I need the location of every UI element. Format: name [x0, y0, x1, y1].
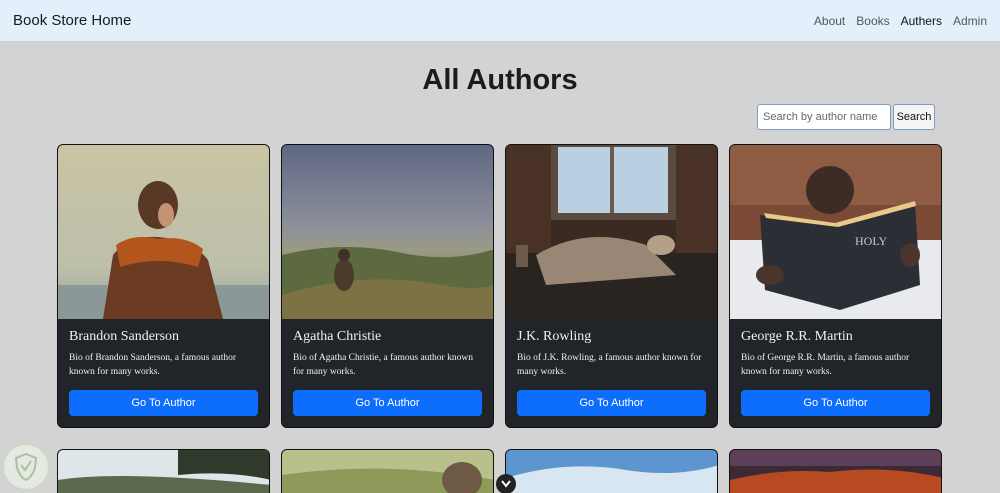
author-name: George R.R. Martin — [741, 329, 853, 344]
author-name: J.K. Rowling — [517, 329, 592, 344]
author-name: Brandon Sanderson — [69, 329, 180, 344]
nav-link-authers[interactable]: Authers — [901, 14, 942, 28]
search-input[interactable] — [757, 104, 891, 130]
author-photo — [730, 450, 941, 493]
navbar: Book Store Home About Books Authers Admi… — [0, 0, 1000, 42]
chevron-down-icon[interactable] — [496, 474, 516, 493]
go-to-author-button[interactable]: Go To Author — [517, 390, 706, 416]
author-photo — [58, 450, 269, 493]
author-photo — [506, 145, 717, 319]
nav-link-books[interactable]: Books — [856, 14, 889, 28]
author-bio: Bio of Agatha Christie, a famous author … — [293, 353, 473, 377]
author-card — [505, 449, 718, 493]
nav-link-admin[interactable]: Admin — [953, 14, 987, 28]
svg-text:HOLY: HOLY — [855, 234, 887, 248]
author-photo — [282, 450, 493, 493]
go-to-author-button[interactable]: Go To Author — [293, 390, 482, 416]
author-card: HOLY George R.R. Martin Bio of George R.… — [729, 144, 942, 428]
go-to-author-button[interactable]: Go To Author — [69, 390, 258, 416]
author-photo — [282, 145, 493, 319]
nav-link-about[interactable]: About — [814, 14, 845, 28]
card-body: Brandon Sanderson Bio of Brandon Sanders… — [58, 319, 269, 426]
author-bio: Bio of George R.R. Martin, a famous auth… — [741, 353, 910, 377]
card-body: George R.R. Martin Bio of George R.R. Ma… — [730, 319, 941, 426]
go-to-author-button[interactable]: Go To Author — [741, 390, 930, 416]
author-photo — [506, 450, 717, 493]
nav-links: About Books Authers Admin — [814, 14, 987, 28]
author-bio: Bio of Brandon Sanderson, a famous autho… — [69, 353, 237, 377]
author-card: J.K. Rowling Bio of J.K. Rowling, a famo… — [505, 144, 718, 428]
author-card — [57, 449, 270, 493]
author-card: Brandon Sanderson Bio of Brandon Sanders… — [57, 144, 270, 428]
author-card — [281, 449, 494, 493]
author-name: Agatha Christie — [293, 329, 382, 344]
card-body: J.K. Rowling Bio of J.K. Rowling, a famo… — [506, 319, 717, 426]
author-bio: Bio of J.K. Rowling, a famous author kno… — [517, 353, 702, 377]
author-card: Agatha Christie Bio of Agatha Christie, … — [281, 144, 494, 428]
brand-link[interactable]: Book Store Home — [13, 12, 131, 29]
shield-icon — [2, 443, 50, 491]
page-title: All Authors — [422, 64, 578, 96]
search-button[interactable]: Search — [893, 104, 935, 130]
author-photo: HOLY — [730, 145, 941, 319]
author-photo — [58, 145, 269, 319]
search-bar: Search — [757, 104, 935, 130]
card-body: Agatha Christie Bio of Agatha Christie, … — [282, 319, 493, 426]
author-card — [729, 449, 942, 493]
